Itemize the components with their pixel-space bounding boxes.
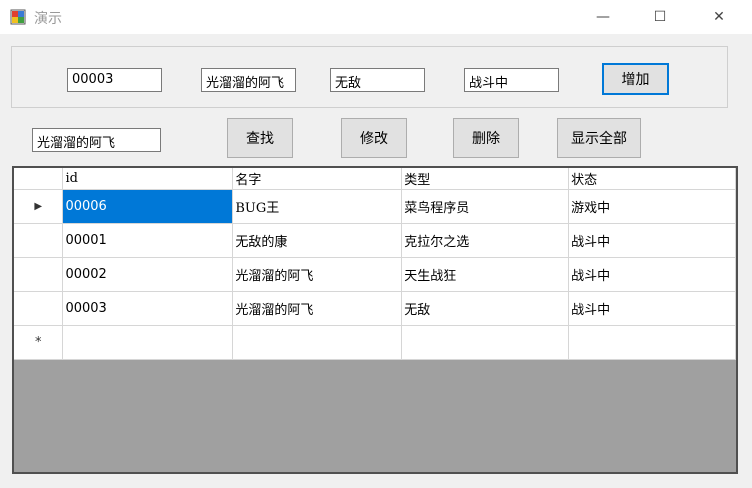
close-button[interactable]: ✕ bbox=[696, 0, 742, 34]
cell-name[interactable]: BUG王 bbox=[232, 189, 403, 224]
search-input[interactable]: 光溜溜的阿飞 bbox=[32, 128, 161, 152]
cell-type[interactable]: 无敌 bbox=[401, 291, 570, 326]
id-input[interactable]: 00003 bbox=[67, 68, 162, 92]
new-cell-status[interactable] bbox=[568, 325, 736, 360]
title-bar: 演示 — ☐ ✕ bbox=[0, 0, 752, 34]
delete-button[interactable]: 删除 bbox=[453, 118, 519, 158]
new-row[interactable]: * bbox=[14, 325, 736, 360]
data-grid[interactable]: id 名字 类型 状态 ▶ 00006 BUG王 菜鸟程序员 游戏中 00001… bbox=[12, 166, 738, 474]
column-header-id[interactable]: id bbox=[62, 168, 234, 190]
new-row-indicator-icon: * bbox=[14, 325, 64, 360]
column-header-name[interactable]: 名字 bbox=[232, 168, 403, 190]
window-title: 演示 bbox=[34, 11, 62, 27]
cell-name[interactable]: 光溜溜的阿飞 bbox=[232, 291, 403, 326]
table-row[interactable]: ▶ 00006 BUG王 菜鸟程序员 游戏中 bbox=[14, 189, 736, 224]
grid-table: id 名字 类型 状态 ▶ 00006 BUG王 菜鸟程序员 游戏中 00001… bbox=[14, 168, 736, 360]
cell-name[interactable]: 光溜溜的阿飞 bbox=[232, 257, 403, 292]
edit-button[interactable]: 修改 bbox=[341, 118, 407, 158]
cell-status[interactable]: 游戏中 bbox=[568, 189, 736, 224]
table-row[interactable]: 00002 光溜溜的阿飞 天生战狂 战斗中 bbox=[14, 257, 736, 292]
grid-header-row: id 名字 类型 状态 bbox=[14, 168, 736, 190]
status-input[interactable]: 战斗中 bbox=[464, 68, 559, 92]
row-header[interactable] bbox=[14, 223, 64, 258]
column-header-status[interactable]: 状态 bbox=[568, 168, 736, 190]
name-input[interactable]: 光溜溜的阿飞 bbox=[201, 68, 296, 92]
cell-id[interactable]: 00003 bbox=[62, 291, 234, 326]
type-input[interactable]: 无敌 bbox=[330, 68, 425, 92]
row-header[interactable] bbox=[14, 291, 64, 326]
new-cell-type[interactable] bbox=[401, 325, 570, 360]
current-row-indicator-icon: ▶ bbox=[14, 189, 64, 224]
app-icon bbox=[10, 9, 26, 25]
cell-type[interactable]: 天生战狂 bbox=[401, 257, 570, 292]
new-cell-id[interactable] bbox=[62, 325, 234, 360]
show-all-button[interactable]: 显示全部 bbox=[557, 118, 641, 158]
cell-status[interactable]: 战斗中 bbox=[568, 257, 736, 292]
maximize-button[interactable]: ☐ bbox=[637, 0, 683, 34]
row-header-corner bbox=[14, 168, 64, 190]
cell-id[interactable]: 00006 bbox=[62, 189, 234, 224]
cell-id[interactable]: 00001 bbox=[62, 223, 234, 258]
cell-name[interactable]: 无敌的康 bbox=[232, 223, 403, 258]
column-header-type[interactable]: 类型 bbox=[401, 168, 570, 190]
minimize-button[interactable]: — bbox=[580, 0, 626, 34]
row-header[interactable] bbox=[14, 257, 64, 292]
add-button[interactable]: 增加 bbox=[602, 63, 669, 95]
new-cell-name[interactable] bbox=[232, 325, 403, 360]
cell-type[interactable]: 克拉尔之选 bbox=[401, 223, 570, 258]
table-row[interactable]: 00003 光溜溜的阿飞 无敌 战斗中 bbox=[14, 291, 736, 326]
find-button[interactable]: 查找 bbox=[227, 118, 293, 158]
cell-id[interactable]: 00002 bbox=[62, 257, 234, 292]
cell-type[interactable]: 菜鸟程序员 bbox=[401, 189, 570, 224]
cell-status[interactable]: 战斗中 bbox=[568, 291, 736, 326]
table-row[interactable]: 00001 无敌的康 克拉尔之选 战斗中 bbox=[14, 223, 736, 258]
cell-status[interactable]: 战斗中 bbox=[568, 223, 736, 258]
